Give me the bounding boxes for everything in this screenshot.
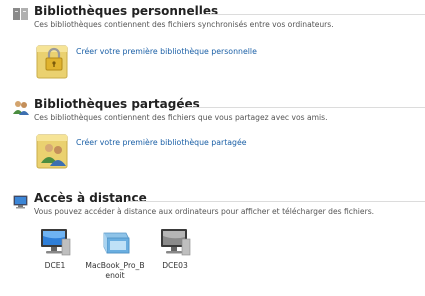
shared-users-icon bbox=[12, 99, 30, 115]
macbook-icon bbox=[85, 227, 145, 257]
computer-name: MacBook_Pro_Benoit bbox=[85, 261, 145, 280]
computer-name: DCE1 bbox=[44, 261, 66, 270]
remote-access-description: Vous pouvez accéder à distance aux ordin… bbox=[34, 207, 375, 216]
computer-item-dce03[interactable]: DCE03 bbox=[145, 227, 205, 271]
create-personal-library-action[interactable]: Créer votre première bibliothèque person… bbox=[36, 40, 316, 80]
section-divider bbox=[182, 107, 425, 108]
remote-access-section: Accès à distance Vous pouvez accéder à d… bbox=[0, 191, 425, 296]
shared-libraries-section: Bibliothèques partagées Ces bibliothèque… bbox=[0, 97, 425, 177]
computer-item-macbook-pro-benoit[interactable]: MacBook_Pro_Benoit bbox=[85, 227, 145, 281]
computer-name: DCE03 bbox=[162, 261, 188, 270]
monitor-icon bbox=[25, 227, 85, 257]
shared-libraries-title: Bibliothèques partagées bbox=[34, 97, 200, 111]
shared-libraries-description: Ces bibliothèques contiennent des fichie… bbox=[34, 113, 328, 122]
create-shared-library-action[interactable]: Créer votre première bibliothèque partag… bbox=[36, 131, 316, 171]
create-personal-library-link[interactable]: Créer votre première bibliothèque person… bbox=[76, 47, 257, 56]
section-divider bbox=[198, 14, 425, 15]
remote-access-title: Accès à distance bbox=[34, 191, 147, 205]
remote-computer-icon bbox=[12, 193, 30, 209]
section-divider bbox=[127, 201, 425, 202]
computer-list: DCE1 MacBook_Pro_Benoit DCE03 bbox=[0, 227, 425, 287]
library-icon bbox=[12, 6, 30, 22]
personal-libraries-description: Ces bibliothèques contiennent des fichie… bbox=[34, 20, 334, 29]
monitor-icon bbox=[145, 227, 205, 257]
shared-library-folder-icon bbox=[36, 131, 70, 171]
personal-libraries-section: Bibliothèques personnelles Ces bibliothè… bbox=[0, 4, 425, 84]
library-lock-icon bbox=[36, 40, 70, 80]
computer-item-dce1[interactable]: DCE1 bbox=[25, 227, 85, 271]
create-shared-library-link[interactable]: Créer votre première bibliothèque partag… bbox=[76, 138, 247, 147]
personal-libraries-title: Bibliothèques personnelles bbox=[34, 4, 219, 18]
